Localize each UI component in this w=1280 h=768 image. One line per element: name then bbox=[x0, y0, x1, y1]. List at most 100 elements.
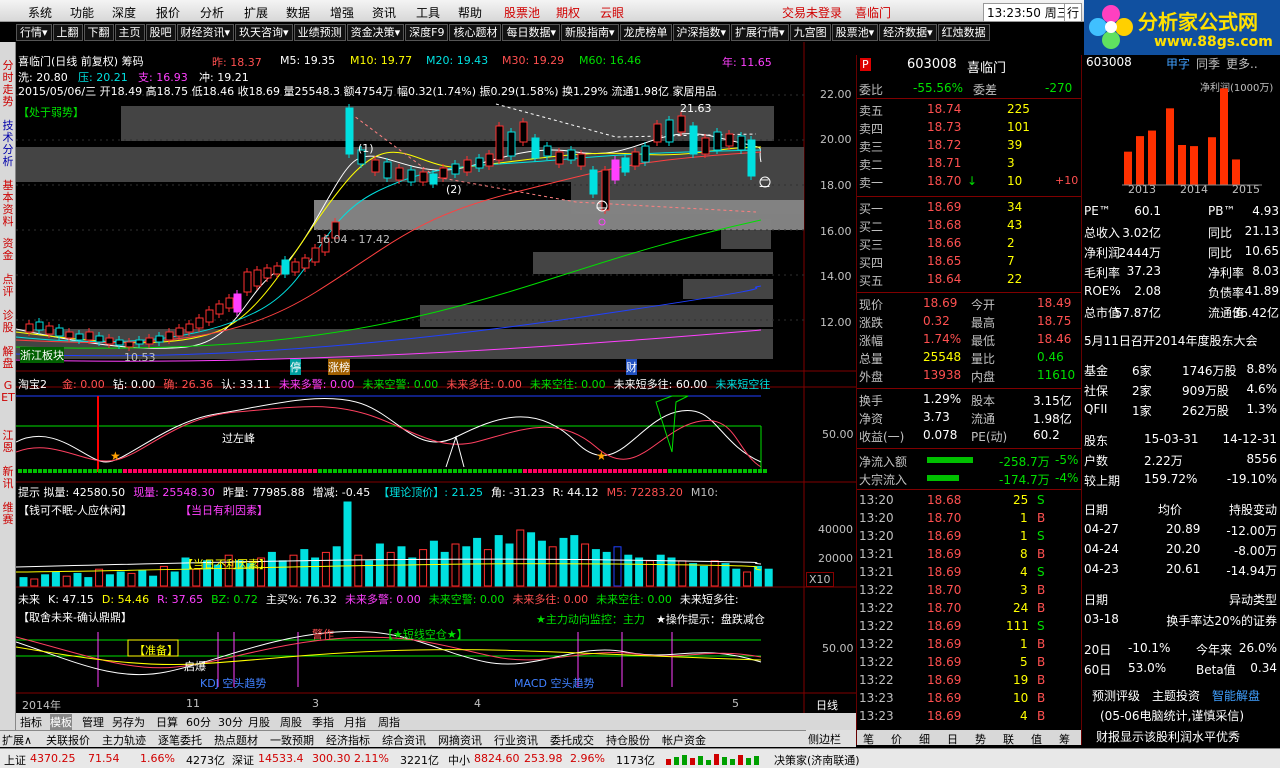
ext-tab[interactable]: 委托成交 bbox=[550, 732, 594, 748]
vtab[interactable]: 江恩 bbox=[1, 430, 15, 454]
ext-tab[interactable]: 扩展∧ bbox=[2, 732, 32, 748]
ext-tab[interactable]: 持仓股份 bbox=[606, 732, 650, 748]
vtab[interactable]: 新讯 bbox=[1, 466, 15, 490]
sell-row[interactable]: 卖二 18.71 3 bbox=[857, 154, 1081, 172]
vtab[interactable]: 点评 bbox=[1, 274, 15, 298]
vtab[interactable]: 诊股 bbox=[1, 310, 15, 334]
period-label[interactable]: 日线 bbox=[816, 697, 838, 713]
vtab[interactable]: 资金 bbox=[1, 238, 15, 262]
menu-item[interactable]: 增强 bbox=[330, 4, 354, 21]
menu-item-red[interactable]: 股票池 bbox=[504, 4, 540, 21]
menu-item[interactable]: 深度 bbox=[112, 4, 136, 21]
indicator-tab[interactable]: 模板 bbox=[50, 714, 72, 730]
toolbar-button[interactable]: 经济数据▾ bbox=[879, 24, 937, 41]
toolbar-button[interactable]: 玖天咨询▾ bbox=[235, 24, 293, 41]
ext-tab[interactable]: 热点题材 bbox=[214, 732, 258, 748]
ext-tab[interactable]: 综合资讯 bbox=[382, 732, 426, 748]
menu-right-button[interactable]: 行 bbox=[1064, 3, 1083, 22]
sell-row[interactable]: 卖五 18.74 225 bbox=[857, 100, 1081, 118]
indicator-tab[interactable]: 60分 bbox=[186, 714, 211, 730]
menu-item[interactable]: 扩展 bbox=[244, 4, 268, 21]
vtab[interactable]: 维赛 bbox=[1, 502, 15, 526]
login-status[interactable]: 交易未登录 bbox=[782, 4, 842, 21]
toolbar-button[interactable]: 行情▾ bbox=[16, 24, 52, 41]
ext-tab[interactable]: 一致预期 bbox=[270, 732, 314, 748]
indicator-tab[interactable]: 指标 bbox=[20, 714, 42, 730]
ext-tab[interactable]: 网摘资讯 bbox=[438, 732, 482, 748]
quote-tab[interactable]: 价 bbox=[891, 731, 902, 747]
sidebar-toggle[interactable]: 侧边栏 bbox=[806, 730, 856, 747]
menu-item[interactable]: 工具 bbox=[416, 4, 440, 21]
menu-item[interactable]: 帮助 bbox=[458, 4, 482, 21]
vtab[interactable]: 基本资料 bbox=[1, 180, 15, 228]
sell-row[interactable]: 卖一 18.70 10 ↓ +10 bbox=[857, 172, 1081, 190]
sell-row[interactable]: 卖三 18.72 39 bbox=[857, 136, 1081, 154]
menu-item[interactable]: 资讯 bbox=[372, 4, 396, 21]
menu-item[interactable]: 分析 bbox=[200, 4, 224, 21]
menu-item-red[interactable]: 期权 bbox=[556, 4, 580, 21]
tail-link[interactable]: 主题投资 bbox=[1152, 687, 1200, 704]
toolbar-button[interactable]: 龙虎榜单 bbox=[619, 24, 672, 41]
menu-item-red[interactable]: 云眼 bbox=[600, 4, 624, 21]
toolbar-button[interactable]: 股吧 bbox=[145, 24, 176, 41]
ext-tab[interactable]: 帐户资金 bbox=[662, 732, 706, 748]
quote-tab[interactable]: 联 bbox=[1003, 731, 1014, 747]
buy-row[interactable]: 买四 18.65 7 bbox=[857, 252, 1081, 270]
toolbar-button[interactable]: 沪深指数▾ bbox=[672, 24, 731, 41]
indicator-tab[interactable]: 周股 bbox=[280, 714, 302, 730]
buy-row[interactable]: 买二 18.68 43 bbox=[857, 216, 1081, 234]
quote-tab[interactable]: 笔 bbox=[863, 731, 874, 747]
x10-button[interactable]: X10 bbox=[806, 572, 834, 587]
toolbar-button[interactable]: 财经资讯▾ bbox=[176, 24, 235, 41]
toolbar-button[interactable]: 资金决策▾ bbox=[346, 24, 405, 41]
buy-row[interactable]: 买一 18.69 34 bbox=[857, 198, 1081, 216]
quote-tab[interactable]: 日 bbox=[947, 731, 958, 747]
indicator-tab[interactable]: 日算 bbox=[156, 714, 178, 730]
vtab[interactable]: 解盘 bbox=[1, 346, 15, 370]
indicator-tab[interactable]: 月指 bbox=[344, 714, 366, 730]
quote-tab[interactable]: 细 bbox=[919, 731, 930, 747]
ext-tab[interactable]: 行业资讯 bbox=[494, 732, 538, 748]
quote-tab[interactable]: 值 bbox=[1031, 731, 1042, 747]
toolbar-button[interactable]: 上翻 bbox=[52, 24, 83, 41]
tail-link[interactable]: 智能解盘 bbox=[1212, 687, 1260, 704]
menu-item[interactable]: 功能 bbox=[70, 4, 94, 21]
toolbar-button[interactable]: 核心题材 bbox=[449, 24, 502, 41]
quote-tab[interactable]: 筹 bbox=[1059, 731, 1070, 747]
fin-tab[interactable]: 甲字 bbox=[1166, 55, 1190, 72]
indicator-tab[interactable]: 季指 bbox=[312, 714, 334, 730]
menu-item[interactable]: 系统 bbox=[28, 4, 52, 21]
toolbar-button[interactable]: 红烛数据 bbox=[937, 24, 990, 41]
fin-notice[interactable]: 5月11日召开2014年度股东大会 bbox=[1084, 332, 1280, 352]
ext-tab[interactable]: 经济指标 bbox=[326, 732, 370, 748]
indicator-tab[interactable]: 管理 bbox=[82, 714, 104, 730]
indicator-tab[interactable]: 月股 bbox=[248, 714, 270, 730]
indicator-tab[interactable]: 30分 bbox=[218, 714, 243, 730]
menu-item[interactable]: 报价 bbox=[156, 4, 180, 21]
toolbar-button[interactable]: 业绩预测 bbox=[293, 24, 346, 41]
menu-item[interactable]: 数据 bbox=[286, 4, 310, 21]
tail-link[interactable]: 预测评级 bbox=[1092, 687, 1140, 704]
ext-tab[interactable]: 逐笔委托 bbox=[158, 732, 202, 748]
vtab[interactable]: GET bbox=[1, 380, 15, 404]
vtab[interactable]: 技术分析 bbox=[1, 120, 15, 168]
toolbar-button[interactable]: 新股指南▾ bbox=[560, 24, 619, 41]
toolbar-button[interactable]: 深度F9 bbox=[405, 24, 449, 41]
vtab[interactable]: 分时走势 bbox=[1, 60, 15, 108]
toolbar-button[interactable]: 下翻 bbox=[83, 24, 114, 41]
buy-row[interactable]: 买五 18.64 22 bbox=[857, 270, 1081, 288]
toolbar-button[interactable]: 主页 bbox=[114, 24, 145, 41]
ext-tab[interactable]: 关联报价 bbox=[46, 732, 90, 748]
fin-tab[interactable]: 同季 bbox=[1196, 55, 1220, 72]
indicator-tab[interactable]: 另存为 bbox=[112, 714, 145, 730]
indicator-tab[interactable]: 周指 bbox=[378, 714, 400, 730]
toolbar-button[interactable]: 每日数据▾ bbox=[502, 24, 560, 41]
toolbar-button[interactable]: 股票池▾ bbox=[831, 24, 879, 41]
toolbar-button[interactable]: 九宫图 bbox=[789, 24, 831, 41]
buy-row[interactable]: 买三 18.66 2 bbox=[857, 234, 1081, 252]
ext-tab[interactable]: 主力轨迹 bbox=[102, 732, 146, 748]
sell-row[interactable]: 卖四 18.73 101 bbox=[857, 118, 1081, 136]
fin-tab[interactable]: 更多.. bbox=[1226, 55, 1258, 72]
toolbar-button[interactable]: 扩展行情▾ bbox=[731, 24, 789, 41]
quote-tab[interactable]: 势 bbox=[975, 731, 986, 747]
